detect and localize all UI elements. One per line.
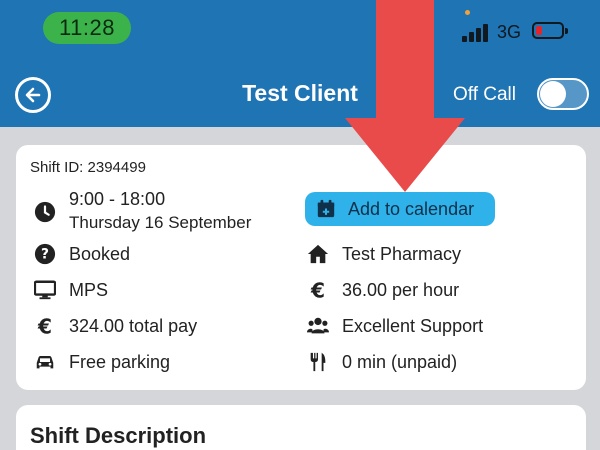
shift-total-pay: € 324.00 total pay [32, 313, 197, 339]
shift-system-text: MPS [69, 279, 109, 300]
shift-time: 9:00 - 18:00 Thursday 16 September [32, 189, 251, 233]
shift-rate: € 36.00 per hour [305, 277, 459, 303]
booking-status: ? Booked [32, 241, 130, 267]
calendar-plus-icon [315, 198, 337, 220]
status-bar: 11:28 3G [0, 0, 600, 56]
add-to-calendar-label: Add to calendar [348, 198, 475, 219]
shift-location-text: Test Pharmacy [342, 243, 462, 264]
app-header: 11:28 3G Test Client Off Call [0, 0, 600, 127]
svg-text:?: ? [41, 247, 49, 263]
shift-time-range: 9:00 - 18:00 [69, 189, 166, 209]
shift-break-text: 0 min (unpaid) [342, 351, 458, 372]
back-button[interactable] [15, 77, 51, 113]
car-icon [32, 349, 58, 375]
home-icon [305, 241, 331, 267]
shift-support-text: Excellent Support [342, 315, 484, 336]
users-icon [305, 313, 331, 339]
shift-parking: Free parking [32, 349, 170, 375]
shift-description-card: Shift Description [16, 405, 586, 450]
utensils-icon [305, 349, 331, 375]
shift-support: Excellent Support [305, 313, 483, 339]
toggle-knob [540, 81, 566, 107]
network-type: 3G [497, 22, 522, 42]
battery-icon [532, 22, 568, 39]
shift-details-card: Shift ID: 2394499 9:00 - 18:00 Thursday … [16, 145, 586, 390]
euro-icon: € [32, 313, 58, 339]
desktop-icon [32, 277, 58, 303]
shift-date: Thursday 16 September [69, 213, 252, 232]
red-arrow-annotation [345, 0, 465, 192]
shift-id: Shift ID: 2394499 [30, 159, 146, 176]
euro-icon: € [305, 277, 331, 303]
arrow-left-icon [25, 87, 41, 103]
booking-status-text: Booked [69, 243, 131, 264]
shift-description-title: Shift Description [30, 423, 207, 448]
question-circle-icon: ? [32, 241, 58, 267]
svg-text:€: € [310, 279, 325, 301]
clock-icon [32, 199, 58, 225]
add-to-calendar-button[interactable]: Add to calendar [305, 192, 495, 226]
svg-text:€: € [37, 315, 52, 337]
shift-parking-text: Free parking [69, 351, 171, 372]
off-call-toggle[interactable] [537, 78, 589, 110]
shift-break: 0 min (unpaid) [305, 349, 457, 375]
shift-system: MPS [32, 277, 108, 303]
shift-rate-text: 36.00 per hour [342, 279, 460, 300]
shift-total-pay-text: 324.00 total pay [69, 315, 198, 336]
status-time: 11:28 [43, 12, 131, 44]
shift-location: Test Pharmacy [305, 241, 461, 267]
